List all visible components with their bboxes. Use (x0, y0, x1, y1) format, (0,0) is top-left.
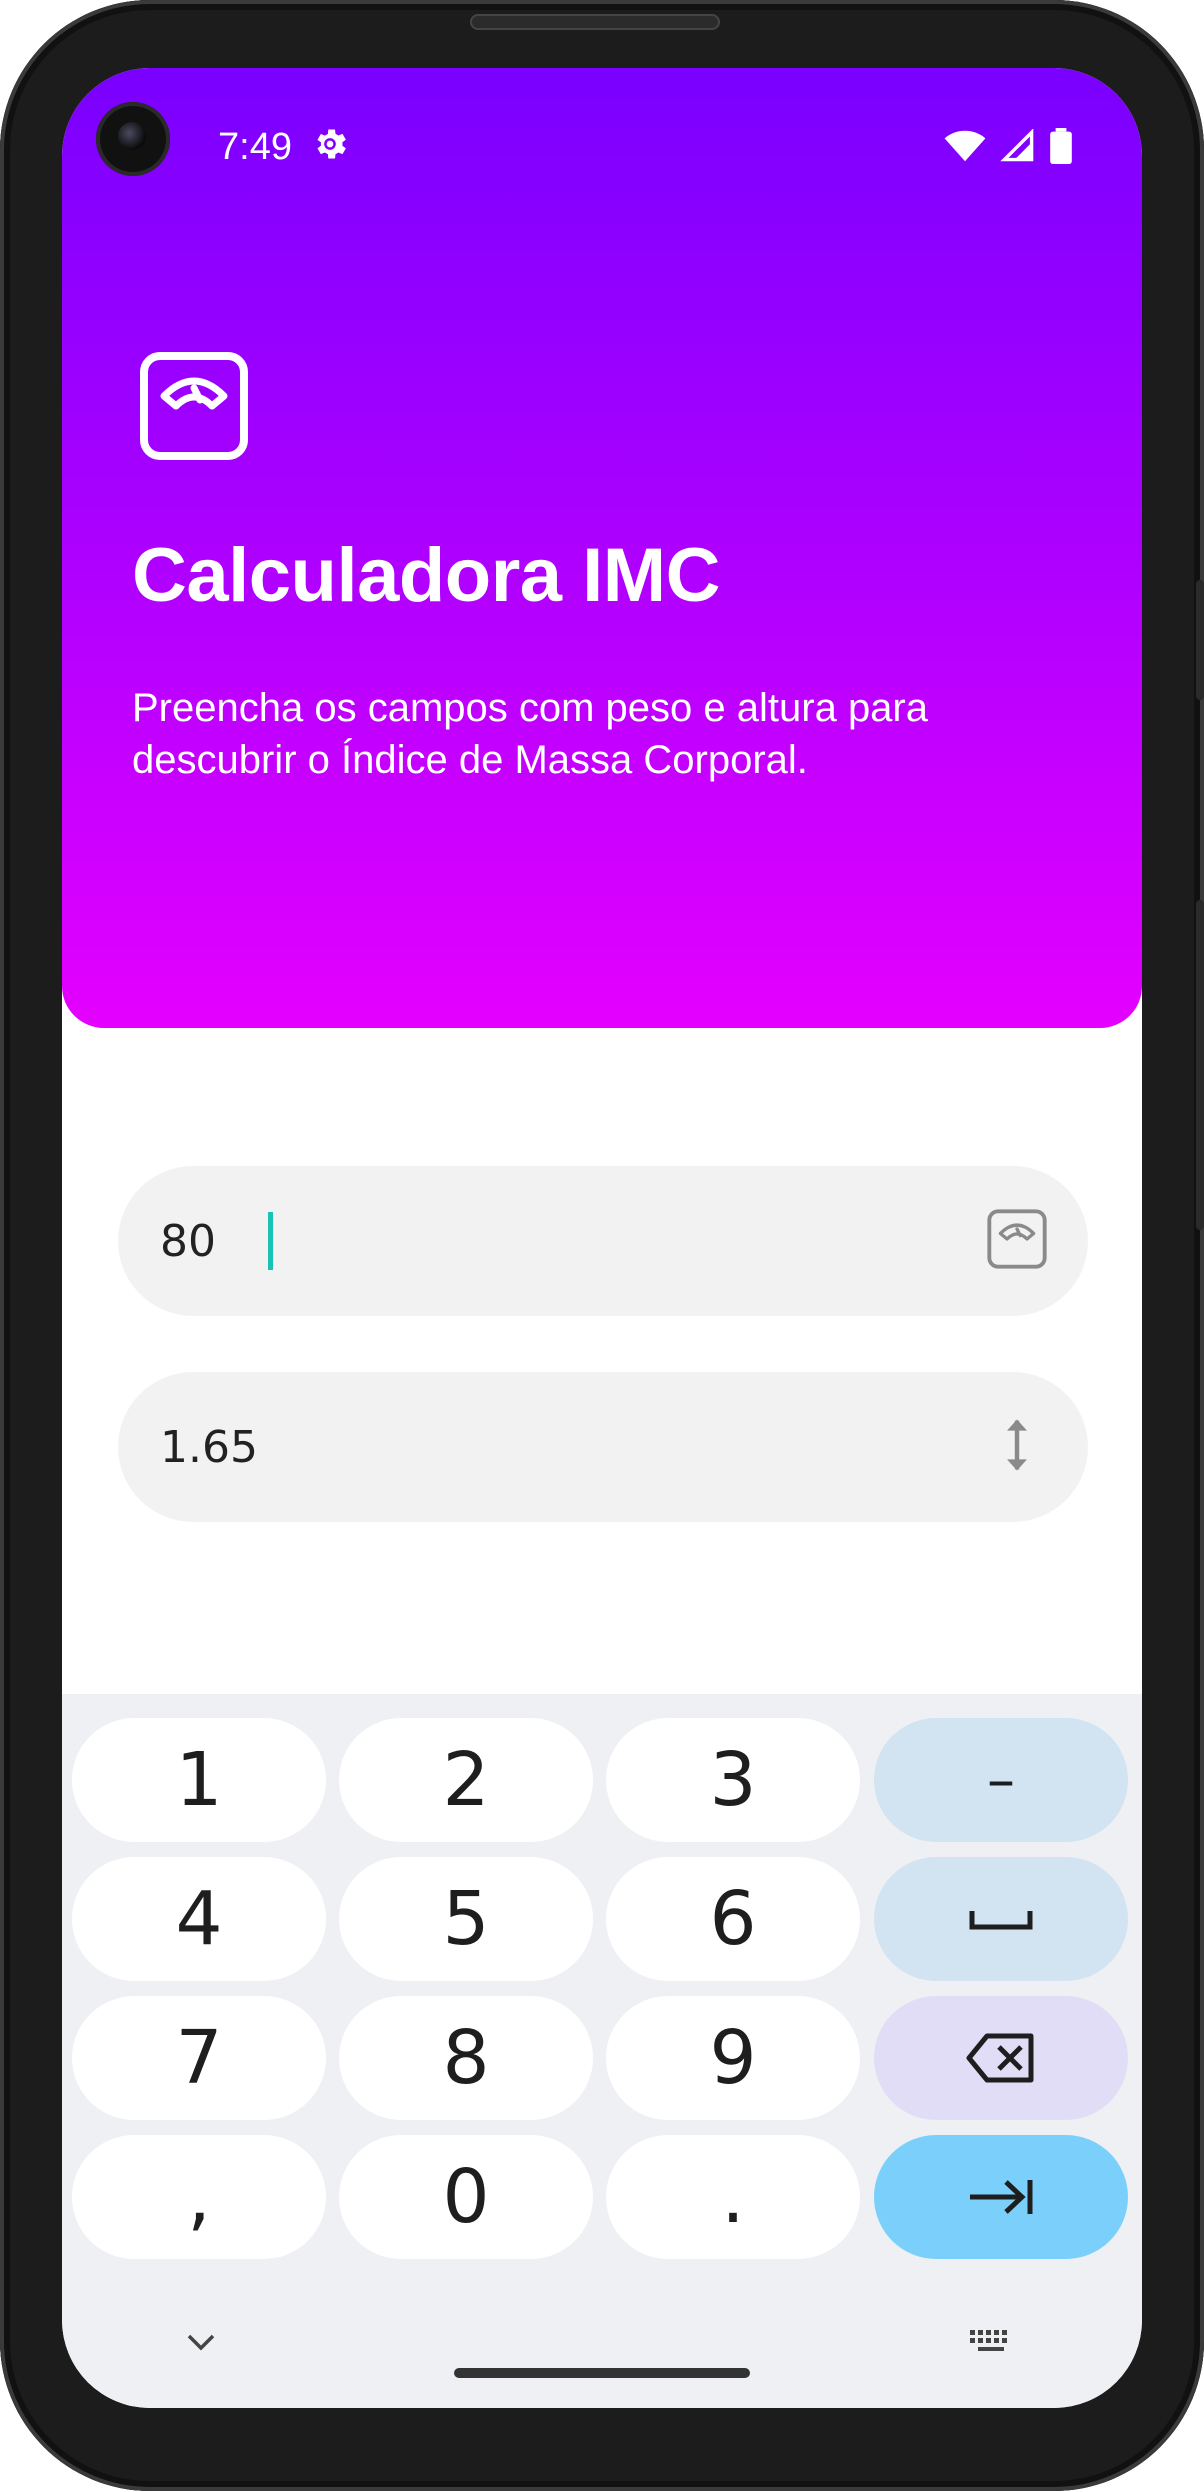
scale-icon (140, 352, 248, 460)
app-header: 7:49 Calculadora IMC Preencha os campos (62, 68, 1142, 1028)
key-9[interactable]: 9 (606, 1996, 860, 2120)
height-value: 1.65 (160, 1422, 258, 1473)
numeric-keyboard: 1 2 3 – 4 5 6 7 8 9 , 0 . (62, 1694, 1142, 2408)
key-period[interactable]: . (606, 2135, 860, 2259)
power-button (1196, 900, 1204, 1230)
key-1[interactable]: 1 (72, 1718, 326, 1842)
scale-icon (987, 1209, 1047, 1269)
space-bar-icon (969, 1911, 1033, 1930)
earpiece-speaker (470, 14, 720, 30)
front-camera (96, 102, 170, 176)
volume-button (1196, 580, 1204, 700)
hide-keyboard-chevron-icon[interactable] (186, 2332, 216, 2352)
key-6[interactable]: 6 (606, 1857, 860, 1981)
wifi-icon (944, 130, 986, 162)
key-4[interactable]: 4 (72, 1857, 326, 1981)
status-icons (944, 128, 1072, 164)
cell-signal-icon (1000, 129, 1034, 162)
key-space[interactable] (874, 1857, 1128, 1981)
key-minus[interactable]: – (874, 1718, 1128, 1842)
height-arrows-icon (1007, 1419, 1027, 1471)
weight-value: 80 (160, 1216, 216, 1267)
text-cursor (268, 1212, 273, 1270)
screen: 7:49 Calculadora IMC Preencha os campos (62, 68, 1142, 2408)
page-description: Preencha os campos com peso e altura par… (132, 686, 928, 782)
battery-icon (1050, 128, 1072, 164)
key-7[interactable]: 7 (72, 1996, 326, 2120)
tab-arrow-icon (970, 2180, 1033, 2214)
key-8[interactable]: 8 (339, 1996, 593, 2120)
key-5[interactable]: 5 (339, 1857, 593, 1981)
backspace-icon (966, 2033, 1034, 2083)
status-time: 7:49 (218, 126, 292, 168)
key-3[interactable]: 3 (606, 1718, 860, 1842)
key-comma[interactable]: , (72, 2135, 326, 2259)
height-input[interactable]: 1.65 (118, 1372, 1088, 1522)
key-backspace[interactable] (874, 1996, 1128, 2120)
settings-gear-icon (317, 129, 346, 159)
weight-input[interactable]: 80 (118, 1166, 1088, 1316)
key-0[interactable]: 0 (339, 2135, 593, 2259)
key-next[interactable] (874, 2135, 1128, 2259)
page-title: Calculadora IMC (132, 533, 720, 618)
keyboard-switch-icon[interactable] (968, 2328, 1014, 2356)
home-indicator[interactable] (454, 2368, 750, 2378)
key-2[interactable]: 2 (339, 1718, 593, 1842)
